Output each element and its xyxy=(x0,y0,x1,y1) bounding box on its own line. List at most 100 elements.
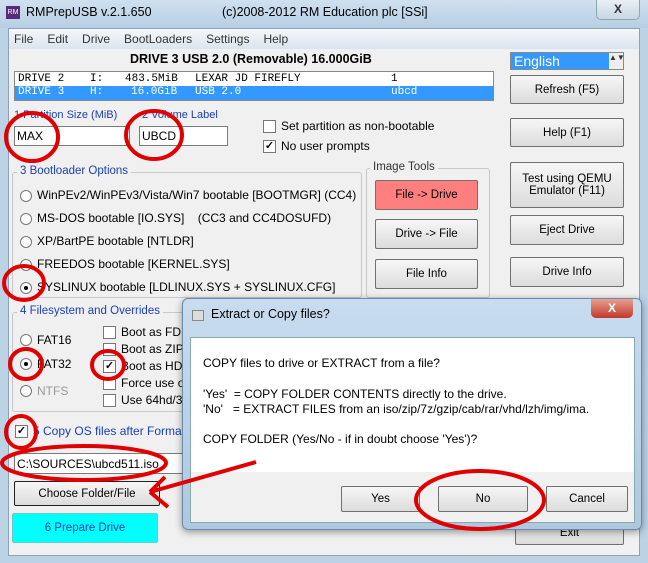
override-checkbox[interactable]: Boot as ZIP xyxy=(103,341,191,358)
radio-label: NTFS xyxy=(37,384,69,398)
menu-bootloaders[interactable]: BootLoaders xyxy=(124,32,192,46)
radio[interactable] xyxy=(20,334,32,346)
checkbox-box[interactable]: ✓ xyxy=(103,360,116,373)
drive-to-file-button[interactable]: Drive -> File xyxy=(375,219,478,249)
drive-letter: H: xyxy=(90,86,104,98)
refresh-button[interactable]: Refresh (F5) xyxy=(510,75,624,104)
close-button[interactable]: X xyxy=(596,0,640,20)
app-icon: RM xyxy=(6,6,20,19)
override-checkbox[interactable]: ✓ Boot as HDD xyxy=(103,358,191,375)
ntfs-radio[interactable]: NTFS xyxy=(20,384,68,398)
drive-header: DRIVE 3 USB 2.0 (Removable) 16.000GiB xyxy=(130,52,372,66)
radio[interactable] xyxy=(20,235,32,248)
bootloader-option[interactable]: WinPEv2/WinPEv3/Vista/Win7 bootable [BOO… xyxy=(20,184,356,207)
message-line: COPY files to drive or EXTRACT from a fi… xyxy=(203,356,440,370)
radio[interactable] xyxy=(20,189,32,202)
help-button[interactable]: Help (F1) xyxy=(510,118,624,147)
fat32-radio[interactable]: FAT32 xyxy=(20,357,71,371)
option-label: SYSLINUX bootable [LDLINUX.SYS + SYSLINU… xyxy=(37,280,336,294)
drive-size: 16.0GiB xyxy=(131,86,178,98)
bootloader-option[interactable]: XP/BartPE bootable [NTLDR] xyxy=(20,230,356,253)
menu-edit[interactable]: Edit xyxy=(47,32,68,46)
drive-name: LEXAR JD FIREFLY xyxy=(195,73,301,85)
copyright: (c)2008-2012 RM Education plc [SSi] xyxy=(222,5,428,19)
override-checkbox[interactable]: Boot as FDD xyxy=(103,324,191,341)
option-label: FREEDOS bootable [KERNEL.SYS] xyxy=(37,257,230,271)
qemu-button[interactable]: Test using QEMU Emulator (F11) xyxy=(510,162,624,208)
radio[interactable] xyxy=(20,358,32,370)
prepare-drive-button[interactable]: 6 Prepare Drive xyxy=(12,513,158,543)
dialog-title: Extract or Copy files? xyxy=(211,307,330,321)
checkbox-box[interactable] xyxy=(103,377,116,390)
spinner-icon[interactable]: ▲▼ xyxy=(609,53,625,69)
drive-row-selected[interactable]: DRIVE 3 H: 16.0GiB USB 2.0 ubcd xyxy=(15,86,493,100)
partition-size-label: 1 Partition Size (MiB) xyxy=(14,109,118,121)
radio-label: FAT32 xyxy=(37,357,72,371)
checkbox-box[interactable] xyxy=(103,326,116,339)
bootloader-option[interactable]: MS-DOS bootable [IO.SYS] (CC3 and CC4DOS… xyxy=(20,207,356,230)
bootloader-option[interactable]: FREEDOS bootable [KERNEL.SYS] xyxy=(20,253,356,276)
eject-drive-button[interactable]: Eject Drive xyxy=(510,215,624,245)
checkbox-label: 5 Copy OS files after Format xyxy=(33,424,186,438)
checkbox-label: Set partition as non-bootable xyxy=(281,119,435,133)
drive-label: ubcd xyxy=(391,86,418,98)
override-options: Boot as FDD Boot as ZIP ✓ Boot as HDD For… xyxy=(103,324,191,409)
copy-os-checkbox[interactable]: ✓ 5 Copy OS files after Format xyxy=(15,424,185,438)
no-prompts-checkbox[interactable]: ✓ No user prompts xyxy=(263,139,370,153)
no-button[interactable]: No xyxy=(438,486,528,512)
dialog-icon xyxy=(192,310,204,321)
checkbox-label: Boot as FDD xyxy=(121,325,190,339)
radio[interactable] xyxy=(20,212,32,225)
bootloader-option[interactable]: SYSLINUX bootable [LDLINUX.SYS + SYSLINU… xyxy=(20,276,356,299)
drive-info-button[interactable]: Drive Info xyxy=(510,257,624,287)
radio[interactable] xyxy=(20,385,32,397)
checkbox-box[interactable] xyxy=(263,119,276,133)
menu-file[interactable]: File xyxy=(14,32,33,46)
source-path-input[interactable]: C:\SOURCES\ubcd511.iso xyxy=(14,453,186,474)
drive-list[interactable]: DRIVE 2 I: 483.5MiB LEXAR JD FIREFLY 1 D… xyxy=(14,71,494,101)
checkbox-label: Boot as ZIP xyxy=(121,342,184,356)
override-checkbox[interactable]: Force use of xyxy=(103,375,191,392)
cancel-button[interactable]: Cancel xyxy=(546,486,628,512)
checkbox-box[interactable]: ✓ xyxy=(15,424,28,438)
file-to-drive-button[interactable]: File -> Drive xyxy=(375,180,478,210)
image-tools-title: Image Tools xyxy=(370,161,438,173)
checkbox-box[interactable] xyxy=(103,394,116,407)
radio[interactable] xyxy=(20,281,32,294)
message-line: 'No' = EXTRACT FILES from an iso/zip/7z/… xyxy=(203,402,590,416)
drive-size: 483.5MiB xyxy=(125,73,178,85)
radio[interactable] xyxy=(20,258,32,271)
option-label: MS-DOS bootable [IO.SYS] (CC3 and CC4DOS… xyxy=(37,211,332,225)
drive-row[interactable]: DRIVE 2 I: 483.5MiB LEXAR JD FIREFLY 1 xyxy=(15,73,493,86)
drive-id: DRIVE 2 xyxy=(18,73,65,85)
partition-size-input[interactable]: MAX xyxy=(14,126,130,146)
file-info-button[interactable]: File Info xyxy=(375,259,478,289)
non-bootable-checkbox[interactable]: Set partition as non-bootable xyxy=(263,119,434,133)
checkbox-box[interactable]: ✓ xyxy=(263,139,276,153)
drive-letter: I: xyxy=(90,73,104,85)
yes-button[interactable]: Yes xyxy=(341,486,420,512)
volume-label-input[interactable]: UBCD xyxy=(139,126,228,146)
option-label: WinPEv2/WinPEv3/Vista/Win7 bootable [BOO… xyxy=(37,188,357,202)
filesystem-title: 4 Filesystem and Overrides xyxy=(17,305,163,317)
dialog-message: COPY files to drive or EXTRACT from a fi… xyxy=(191,338,634,472)
menu-help[interactable]: Help xyxy=(263,32,288,46)
checkbox-label: Use 64hd/32 xyxy=(121,393,190,407)
option-label: XP/BartPE bootable [NTLDR] xyxy=(37,234,194,248)
menu-drive[interactable]: Drive xyxy=(82,32,110,46)
volume-label-label: 2 Volume Label xyxy=(142,109,218,121)
title-bar: RM RMPrepUSB v.2.1.650 (c)2008-2012 RM E… xyxy=(0,0,648,28)
checkbox-box[interactable] xyxy=(103,343,116,356)
bootloader-options: WinPEv2/WinPEv3/Vista/Win7 bootable [BOO… xyxy=(20,184,356,299)
bootloader-title: 3 Bootloader Options xyxy=(17,165,132,177)
dialog-content: COPY files to drive or EXTRACT from a fi… xyxy=(190,337,635,523)
language-select[interactable]: English ▲▼ xyxy=(510,52,625,70)
override-checkbox[interactable]: Use 64hd/32 xyxy=(103,392,191,409)
choose-folder-button[interactable]: Choose Folder/File xyxy=(14,481,160,506)
dialog-close-button[interactable]: X xyxy=(591,299,633,318)
language-value: English xyxy=(514,53,560,69)
radio-label: FAT16 xyxy=(37,333,72,347)
message-line: COPY FOLDER (Yes/No - if in doubt choose… xyxy=(203,432,478,446)
menu-settings[interactable]: Settings xyxy=(206,32,249,46)
fat16-radio[interactable]: FAT16 xyxy=(20,333,71,347)
